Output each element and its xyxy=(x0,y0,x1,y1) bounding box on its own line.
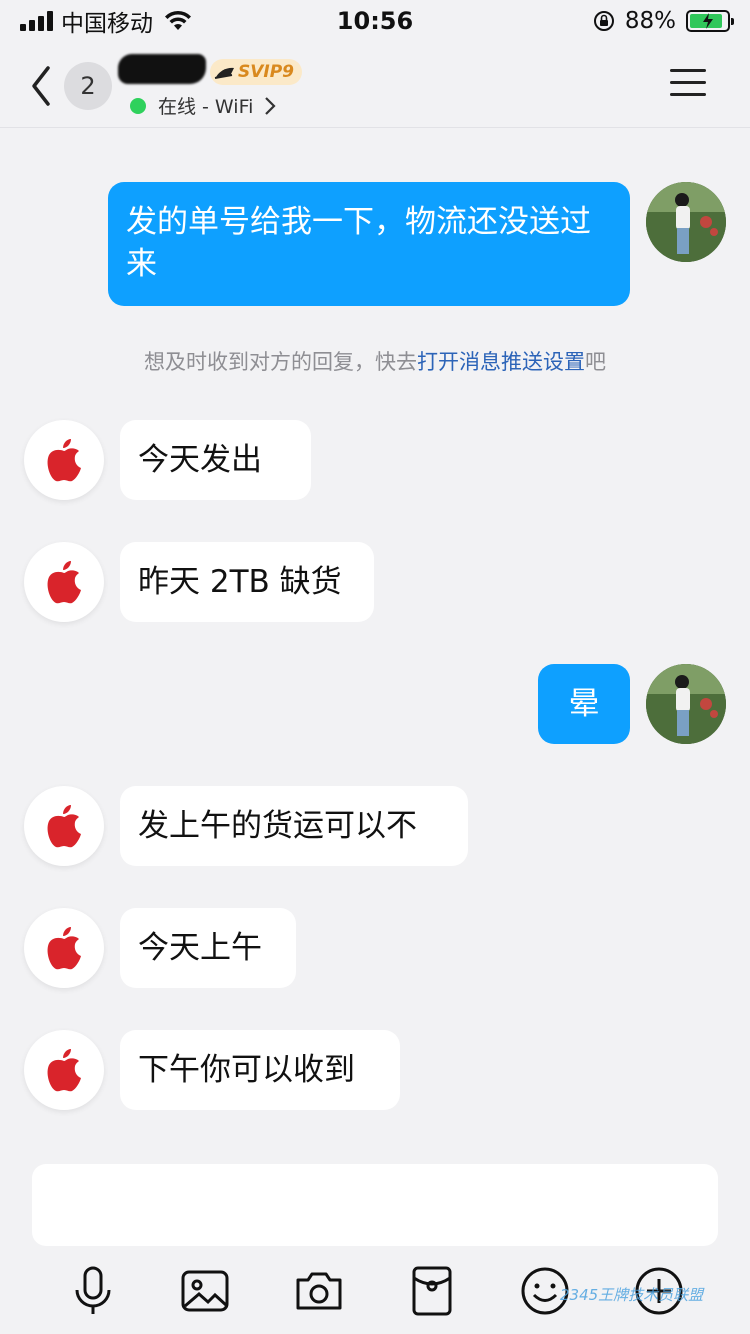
microphone-icon[interactable] xyxy=(66,1264,120,1318)
online-dot-icon xyxy=(130,97,146,114)
message-bubble-incoming[interactable]: 今天发出 xyxy=(120,420,311,500)
avatar-seller[interactable] xyxy=(24,420,104,500)
apple-logo-icon xyxy=(47,927,81,970)
person-photo-icon xyxy=(646,182,726,262)
vip-label: SVIP9 xyxy=(238,62,295,82)
push-settings-link[interactable]: 打开消息推送设置 xyxy=(417,350,585,374)
clock: 10:56 xyxy=(336,7,414,35)
message-bubble-incoming[interactable]: 今天上午 xyxy=(120,908,296,988)
tip-suffix: 吧 xyxy=(585,350,606,374)
avatar-seller[interactable] xyxy=(24,1030,104,1110)
avatar-self[interactable] xyxy=(646,664,726,744)
image-icon[interactable] xyxy=(178,1264,232,1318)
camera-icon[interactable] xyxy=(292,1264,346,1318)
contact-name-redacted[interactable] xyxy=(118,54,206,84)
apple-logo-icon xyxy=(47,561,81,604)
avatar-seller[interactable] xyxy=(24,786,104,866)
message-bubble-incoming[interactable]: 发上午的货运可以不 xyxy=(120,786,468,866)
vip-hat-icon xyxy=(214,67,234,79)
apple-logo-icon xyxy=(47,1049,81,1092)
avatar-self[interactable] xyxy=(646,182,726,262)
push-notification-tip: 想及时收到对方的回复，快去打开消息推送设置吧 xyxy=(0,346,750,376)
battery-icon xyxy=(686,10,734,32)
chevron-right-icon xyxy=(265,96,276,115)
avatar-seller[interactable] xyxy=(24,908,104,988)
apple-logo-icon xyxy=(47,805,81,848)
apple-logo-icon xyxy=(47,439,81,482)
person-photo-icon xyxy=(646,664,726,744)
red-packet-icon[interactable] xyxy=(405,1264,459,1318)
chat-header: 2 SVIP9 在线 - WiFi xyxy=(0,44,750,128)
message-bubble-outgoing[interactable]: 发的单号给我一下，物流还没送过来 xyxy=(108,182,630,306)
presence-status[interactable]: 在线 - WiFi xyxy=(130,92,277,119)
menu-icon[interactable] xyxy=(668,66,708,100)
message-bubble-incoming[interactable]: 昨天 2TB 缺货 xyxy=(120,542,374,622)
message-input[interactable] xyxy=(32,1164,718,1246)
status-bar: 中国移动 10:56 88% xyxy=(0,0,750,42)
message-bubble-outgoing[interactable]: 晕 xyxy=(538,664,630,744)
vip-badge[interactable]: SVIP9 xyxy=(210,59,303,85)
back-arrow-icon[interactable] xyxy=(28,64,54,108)
unread-count-badge[interactable]: 2 xyxy=(64,62,112,110)
presence-label: 在线 - WiFi xyxy=(158,96,254,118)
message-bubble-incoming[interactable]: 下午你可以收到 xyxy=(120,1030,400,1110)
watermark: 2345王牌技术员联盟 xyxy=(560,1286,704,1304)
tip-text: 想及时收到对方的回复，快去 xyxy=(144,350,417,374)
avatar-seller[interactable] xyxy=(24,542,104,622)
